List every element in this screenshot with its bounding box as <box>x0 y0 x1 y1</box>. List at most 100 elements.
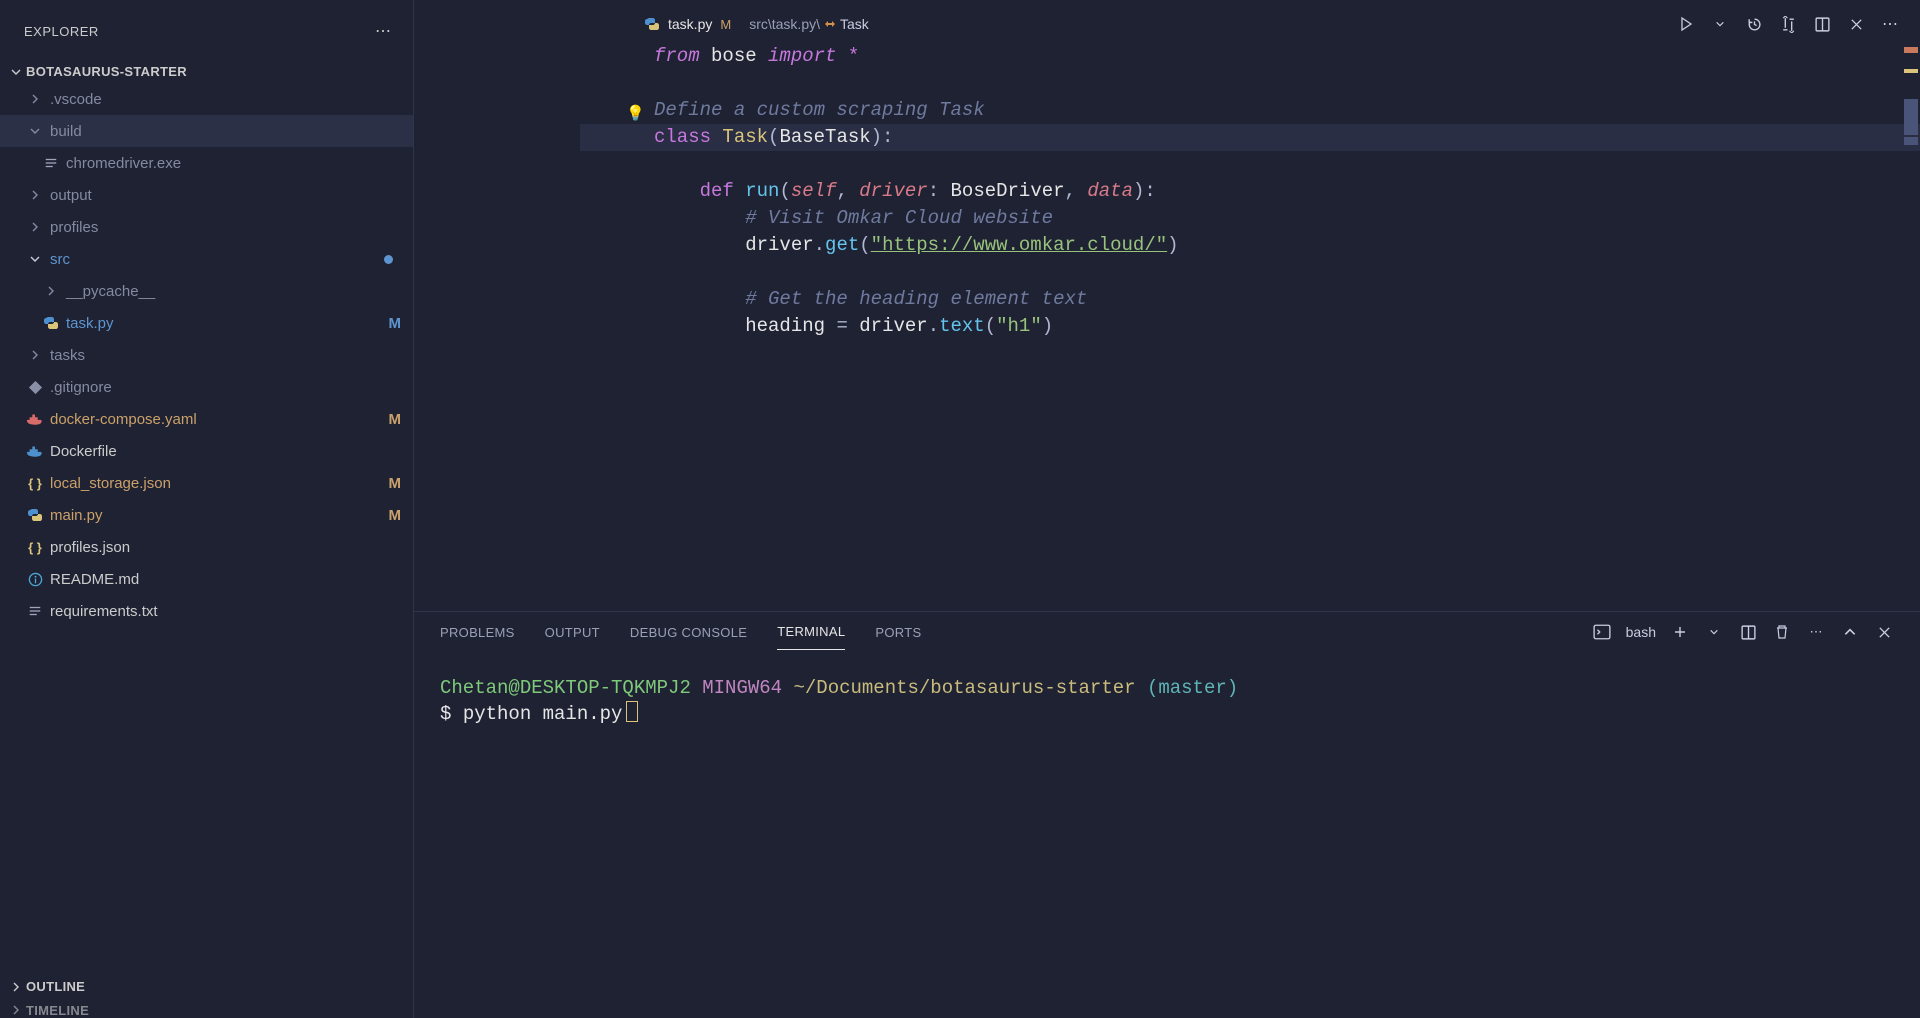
python-icon <box>24 507 46 523</box>
outline-section[interactable]: OUTLINE <box>0 971 413 1002</box>
chevron-down-icon[interactable] <box>1710 14 1730 34</box>
editor-actions: ⋯ <box>1676 14 1912 34</box>
folder-tasks[interactable]: tasks <box>0 339 413 371</box>
folder---pycache--[interactable]: __pycache__ <box>0 275 413 307</box>
item-label: task.py <box>66 315 114 332</box>
json-icon: { } <box>24 540 46 555</box>
breadcrumb-path: src\task.py\ <box>749 16 820 32</box>
item-label: src <box>50 251 70 268</box>
chevron-down-icon <box>24 125 46 137</box>
folder-output[interactable]: output <box>0 179 413 211</box>
chevron-down-icon <box>8 66 24 78</box>
tab-problems[interactable]: PROBLEMS <box>440 615 515 650</box>
explorer-sidebar: EXPLORER ⋯ BOTASAURUS-STARTER .vscode bui… <box>0 0 413 1018</box>
split-terminal-icon[interactable] <box>1738 622 1758 642</box>
tab-debug-console[interactable]: DEBUG CONSOLE <box>630 615 747 650</box>
chevron-down-icon[interactable] <box>1704 622 1724 642</box>
breadcrumb[interactable]: src\task.py\ Task <box>743 16 869 32</box>
item-label: README.md <box>50 571 139 588</box>
file-requirements-txt[interactable]: requirements.txt <box>0 595 413 627</box>
python-icon <box>644 16 660 32</box>
terminal-line-1: Chetan@DESKTOP-TQKMPJ2 MINGW64 ~/Documen… <box>440 676 1894 701</box>
chevron-right-icon <box>24 189 46 201</box>
file-task-py[interactable]: task.py M <box>0 307 413 339</box>
docker-red-icon <box>24 412 46 426</box>
file-docker-compose-yaml[interactable]: docker-compose.yaml M <box>0 403 413 435</box>
docker-blue-icon <box>24 444 46 458</box>
editor-tab-task[interactable]: task.py M <box>632 5 743 43</box>
file-dockerfile[interactable]: Dockerfile <box>0 435 413 467</box>
text-icon <box>24 604 46 618</box>
folder--vscode[interactable]: .vscode <box>0 83 413 115</box>
item-label: .gitignore <box>50 379 112 396</box>
more-icon[interactable]: ⋯ <box>371 17 395 45</box>
folder-profiles[interactable]: profiles <box>0 211 413 243</box>
info-icon <box>24 572 46 587</box>
git-icon <box>24 380 46 395</box>
tab-terminal[interactable]: TERMINAL <box>777 614 845 650</box>
shell-name[interactable]: bash <box>1626 624 1656 640</box>
chevron-right-icon <box>8 981 24 993</box>
file-chromedriver-exe[interactable]: chromedriver.exe <box>0 147 413 179</box>
file-profiles-json[interactable]: { } profiles.json <box>0 531 413 563</box>
file-main-py[interactable]: main.py M <box>0 499 413 531</box>
chevron-up-icon[interactable] <box>1840 622 1860 642</box>
tab-ports[interactable]: PORTS <box>875 615 921 650</box>
terminal-line-2: $ python main.py <box>440 701 1894 727</box>
close-icon[interactable] <box>1846 14 1866 34</box>
modified-badge: M <box>389 315 402 332</box>
item-label: profiles.json <box>50 539 130 556</box>
panel-actions: bash ⋯ <box>1592 622 1894 642</box>
close-panel-icon[interactable] <box>1874 622 1894 642</box>
split-icon[interactable] <box>1812 14 1832 34</box>
folder-build[interactable]: build <box>0 115 413 147</box>
minimap[interactable] <box>1902 43 1920 611</box>
item-label: requirements.txt <box>50 603 158 620</box>
chevron-right-icon <box>8 1004 24 1016</box>
trash-icon[interactable] <box>1772 622 1792 642</box>
tab-status-badge: M <box>720 17 731 32</box>
code-content: from bose import * 💡Define a custom scra… <box>454 43 1920 611</box>
chevron-right-icon <box>24 221 46 233</box>
tab-filename: task.py <box>668 16 712 32</box>
item-label: local_storage.json <box>50 475 171 492</box>
outline-label: OUTLINE <box>26 979 85 994</box>
item-label: Dockerfile <box>50 443 117 460</box>
modified-badge: M <box>389 475 402 492</box>
project-header[interactable]: BOTASAURUS-STARTER <box>0 60 413 83</box>
item-label: docker-compose.yaml <box>50 411 197 428</box>
explorer-header: EXPLORER ⋯ <box>0 0 413 60</box>
modified-badge: M <box>389 411 402 428</box>
terminal-profile-icon[interactable] <box>1592 622 1612 642</box>
item-label: main.py <box>50 507 103 524</box>
json-icon: { } <box>24 476 46 491</box>
editor-pane: task.py M src\task.py\ Task <box>414 5 1920 611</box>
chevron-down-icon <box>24 253 46 265</box>
bottom-panel: PROBLEMS OUTPUT DEBUG CONSOLE TERMINAL P… <box>414 611 1920 1018</box>
item-label: .vscode <box>50 91 102 108</box>
history-icon[interactable] <box>1744 14 1764 34</box>
panel-tabs: PROBLEMS OUTPUT DEBUG CONSOLE TERMINAL P… <box>414 612 1920 652</box>
chevron-right-icon <box>40 285 62 297</box>
modified-badge: M <box>389 507 402 524</box>
more-icon[interactable]: ⋯ <box>1806 622 1826 642</box>
item-label: __pycache__ <box>66 283 155 300</box>
editor-body[interactable]: from bose import * 💡Define a custom scra… <box>414 43 1920 611</box>
text-icon <box>40 156 62 170</box>
tab-row: task.py M src\task.py\ Task <box>414 5 1920 43</box>
plus-icon[interactable] <box>1670 622 1690 642</box>
run-icon[interactable] <box>1676 14 1696 34</box>
file-local-storage-json[interactable]: { } local_storage.json M <box>0 467 413 499</box>
file-readme-md[interactable]: README.md <box>0 563 413 595</box>
item-label: tasks <box>50 347 85 364</box>
tab-output[interactable]: OUTPUT <box>545 615 600 650</box>
diff-icon[interactable] <box>1778 14 1798 34</box>
more-icon[interactable]: ⋯ <box>1880 14 1900 34</box>
timeline-section[interactable]: TIMELINE <box>0 1002 413 1018</box>
modified-dot <box>384 255 393 264</box>
folder-src[interactable]: src <box>0 243 413 275</box>
breadcrumb-symbol: Task <box>840 16 869 32</box>
python-icon <box>40 315 62 331</box>
file--gitignore[interactable]: .gitignore <box>0 371 413 403</box>
terminal-content[interactable]: Chetan@DESKTOP-TQKMPJ2 MINGW64 ~/Documen… <box>414 652 1920 1018</box>
